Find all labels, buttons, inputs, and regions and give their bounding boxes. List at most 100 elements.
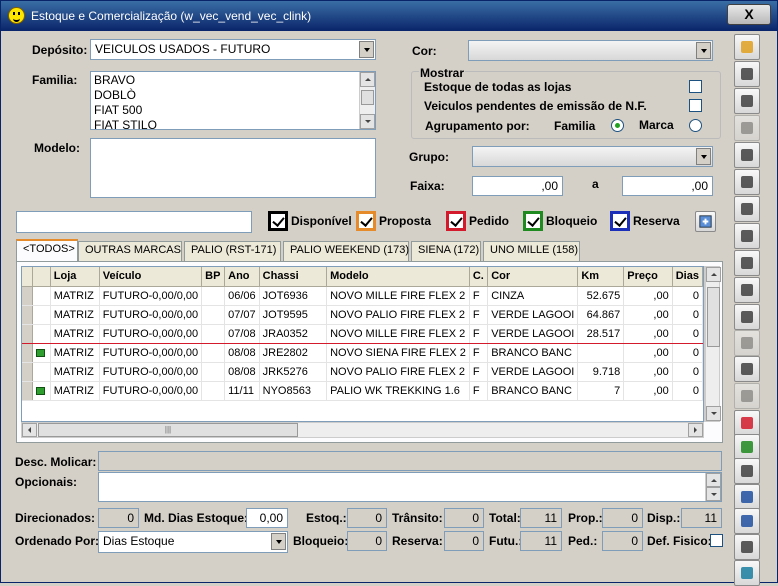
edit-button[interactable] [734,508,760,534]
col-header[interactable]: Km [577,267,625,287]
row-indicator[interactable] [22,305,33,325]
tab-todos[interactable]: <TODOS> [16,239,78,262]
opcionais-scrollbar[interactable] [705,473,721,501]
familia-scrollbar[interactable] [359,72,375,129]
red-flag-button[interactable] [734,410,760,436]
scroll-thumb[interactable] [707,287,720,347]
agrupamento-marca-radio[interactable] [689,119,702,132]
col-header[interactable]: Cor [487,267,579,287]
pendentes-nf-checkbox[interactable] [689,99,702,112]
dollar-button[interactable] [734,115,760,141]
tire-button[interactable] [734,250,760,276]
col-header[interactable]: Veículo [99,267,203,287]
table-cell: ,00 [623,305,673,325]
vehicle-grid-panel: Loja Veículo BP Ano Chassi Modelo C. Cor… [16,261,723,443]
calculator-button[interactable] [734,169,760,195]
open-folder-button[interactable] [734,34,760,60]
globe-button[interactable] [734,356,760,382]
scroll-left-icon[interactable] [22,423,37,437]
table-row[interactable]: MATRIZ FUTURO-0,00/0,00 11/11 NYO8563 PALIO … [22,381,703,401]
row-indicator[interactable] [22,286,33,306]
scroll-up-icon[interactable] [360,72,375,87]
car-front-button[interactable] [734,304,760,330]
faixa-de-input[interactable]: ,00 [472,176,563,196]
money-bag-button[interactable] [734,142,760,168]
cor-select[interactable] [468,40,713,61]
opcionais-field[interactable] [98,472,722,502]
scroll-down-icon[interactable] [360,114,375,129]
tab-outras-marcas[interactable]: OUTRAS MARCAS [78,241,182,261]
table-cell: MATRIZ [50,323,100,344]
wrench-button[interactable] [734,196,760,222]
grupo-select[interactable] [472,146,713,167]
faixa-ate-input[interactable]: ,00 [622,176,713,196]
ordenado-select[interactable]: Dias Estoque [98,531,288,553]
grid-vscroll-track[interactable] [705,267,721,421]
familia-item[interactable]: DOBLÒ [91,88,375,103]
familia-item[interactable]: FIAT STILO [91,118,375,129]
col-header[interactable]: BP [201,267,226,287]
grid-button[interactable] [734,484,760,510]
table-row[interactable]: MATRIZ FUTURO-0,00/0,00 07/07 JOT9595 NOVO P… [22,305,703,325]
refresh-grid-button[interactable] [695,211,716,232]
tab-palio-weekend[interactable]: PALIO WEEKEND (173) [283,241,409,261]
green-flag-button[interactable] [734,434,760,460]
row-indicator[interactable] [22,343,33,363]
search-document-button[interactable] [734,61,760,87]
col-header[interactable]: Ano [224,267,260,287]
table-row[interactable]: MATRIZ FUTURO-0,00/0,00 08/08 JRK5276 NOVO P… [22,362,703,382]
car-settings-button[interactable] [734,88,760,114]
col-header[interactable]: Chassi [259,267,328,287]
grid-horizontal-scrollbar[interactable]: ||| [21,422,704,438]
table-row[interactable]: MATRIZ FUTURO-0,00/0,00 06/06 JOT6936 NOVO M… [22,286,703,306]
chevron-down-icon[interactable] [696,148,711,165]
col-header[interactable]: Modelo [326,267,470,287]
tab-siena[interactable]: SIENA (172) [411,241,481,261]
dollar-stack-button[interactable] [734,383,760,409]
tab-palio[interactable]: PALIO (RST-171) [184,241,281,261]
col-header[interactable]: Loja [50,267,100,287]
chevron-down-icon[interactable] [696,42,711,59]
chevron-down-icon[interactable] [359,41,374,58]
ordenado-value: Dias Estoque [103,534,175,548]
familia-item[interactable]: FIAT 500 [91,103,375,118]
scroll-right-icon[interactable] [688,423,703,437]
list-button[interactable] [734,330,760,356]
table-cell: 64.867 [577,305,625,325]
car-side-button[interactable] [734,534,760,560]
def-fisico-label: Def. Fisico: [647,534,712,548]
scroll-thumb[interactable] [361,90,374,105]
scroll-up-icon[interactable] [706,267,721,282]
row-indicator[interactable] [22,381,33,401]
search-input[interactable] [16,211,252,233]
table-row[interactable]: MATRIZ FUTURO-0,00/0,00 07/08 JRA0352 NOVO M… [22,323,703,344]
chevron-down-icon[interactable] [271,533,286,550]
familia-item[interactable]: BRAVO [91,73,375,88]
estoque-todas-checkbox[interactable] [689,80,702,93]
modelo-listbox[interactable] [90,138,376,198]
familia-listbox[interactable]: BRAVO DOBLÒ FIAT 500 FIAT STILO [90,71,376,130]
col-header[interactable]: Preço [623,267,673,287]
futu-value: 11 [520,531,562,551]
col-header[interactable]: Dias [672,267,703,287]
scroll-up-icon[interactable] [706,473,721,487]
close-button[interactable]: X [727,4,771,25]
vehicle-grid[interactable]: Loja Veículo BP Ano Chassi Modelo C. Cor… [21,266,704,422]
row-indicator[interactable] [22,323,33,344]
col-header[interactable]: C. [469,267,489,287]
car-wash-button[interactable] [734,223,760,249]
table-cell: VERDE LAGOOI [487,305,579,325]
table-list-button[interactable] [734,458,760,484]
exit-button[interactable] [734,560,760,586]
scroll-down-icon[interactable] [706,406,721,421]
agrupamento-familia-radio[interactable] [611,119,624,132]
row-indicator[interactable] [22,362,33,382]
table-row[interactable]: MATRIZ FUTURO-0,00/0,00 08/08 JRE2802 NOVO S… [22,343,703,363]
scroll-down-icon[interactable] [706,487,721,501]
camera-button[interactable] [734,277,760,303]
def-fisico-checkbox[interactable] [710,534,723,547]
deposito-select[interactable]: VEICULOS USADOS - FUTURO [90,39,376,60]
tab-uno-mille[interactable]: UNO MILLE (158) [483,241,580,261]
grid-vertical-scrollbar[interactable] [704,266,721,422]
scroll-thumb[interactable]: ||| [38,423,298,437]
